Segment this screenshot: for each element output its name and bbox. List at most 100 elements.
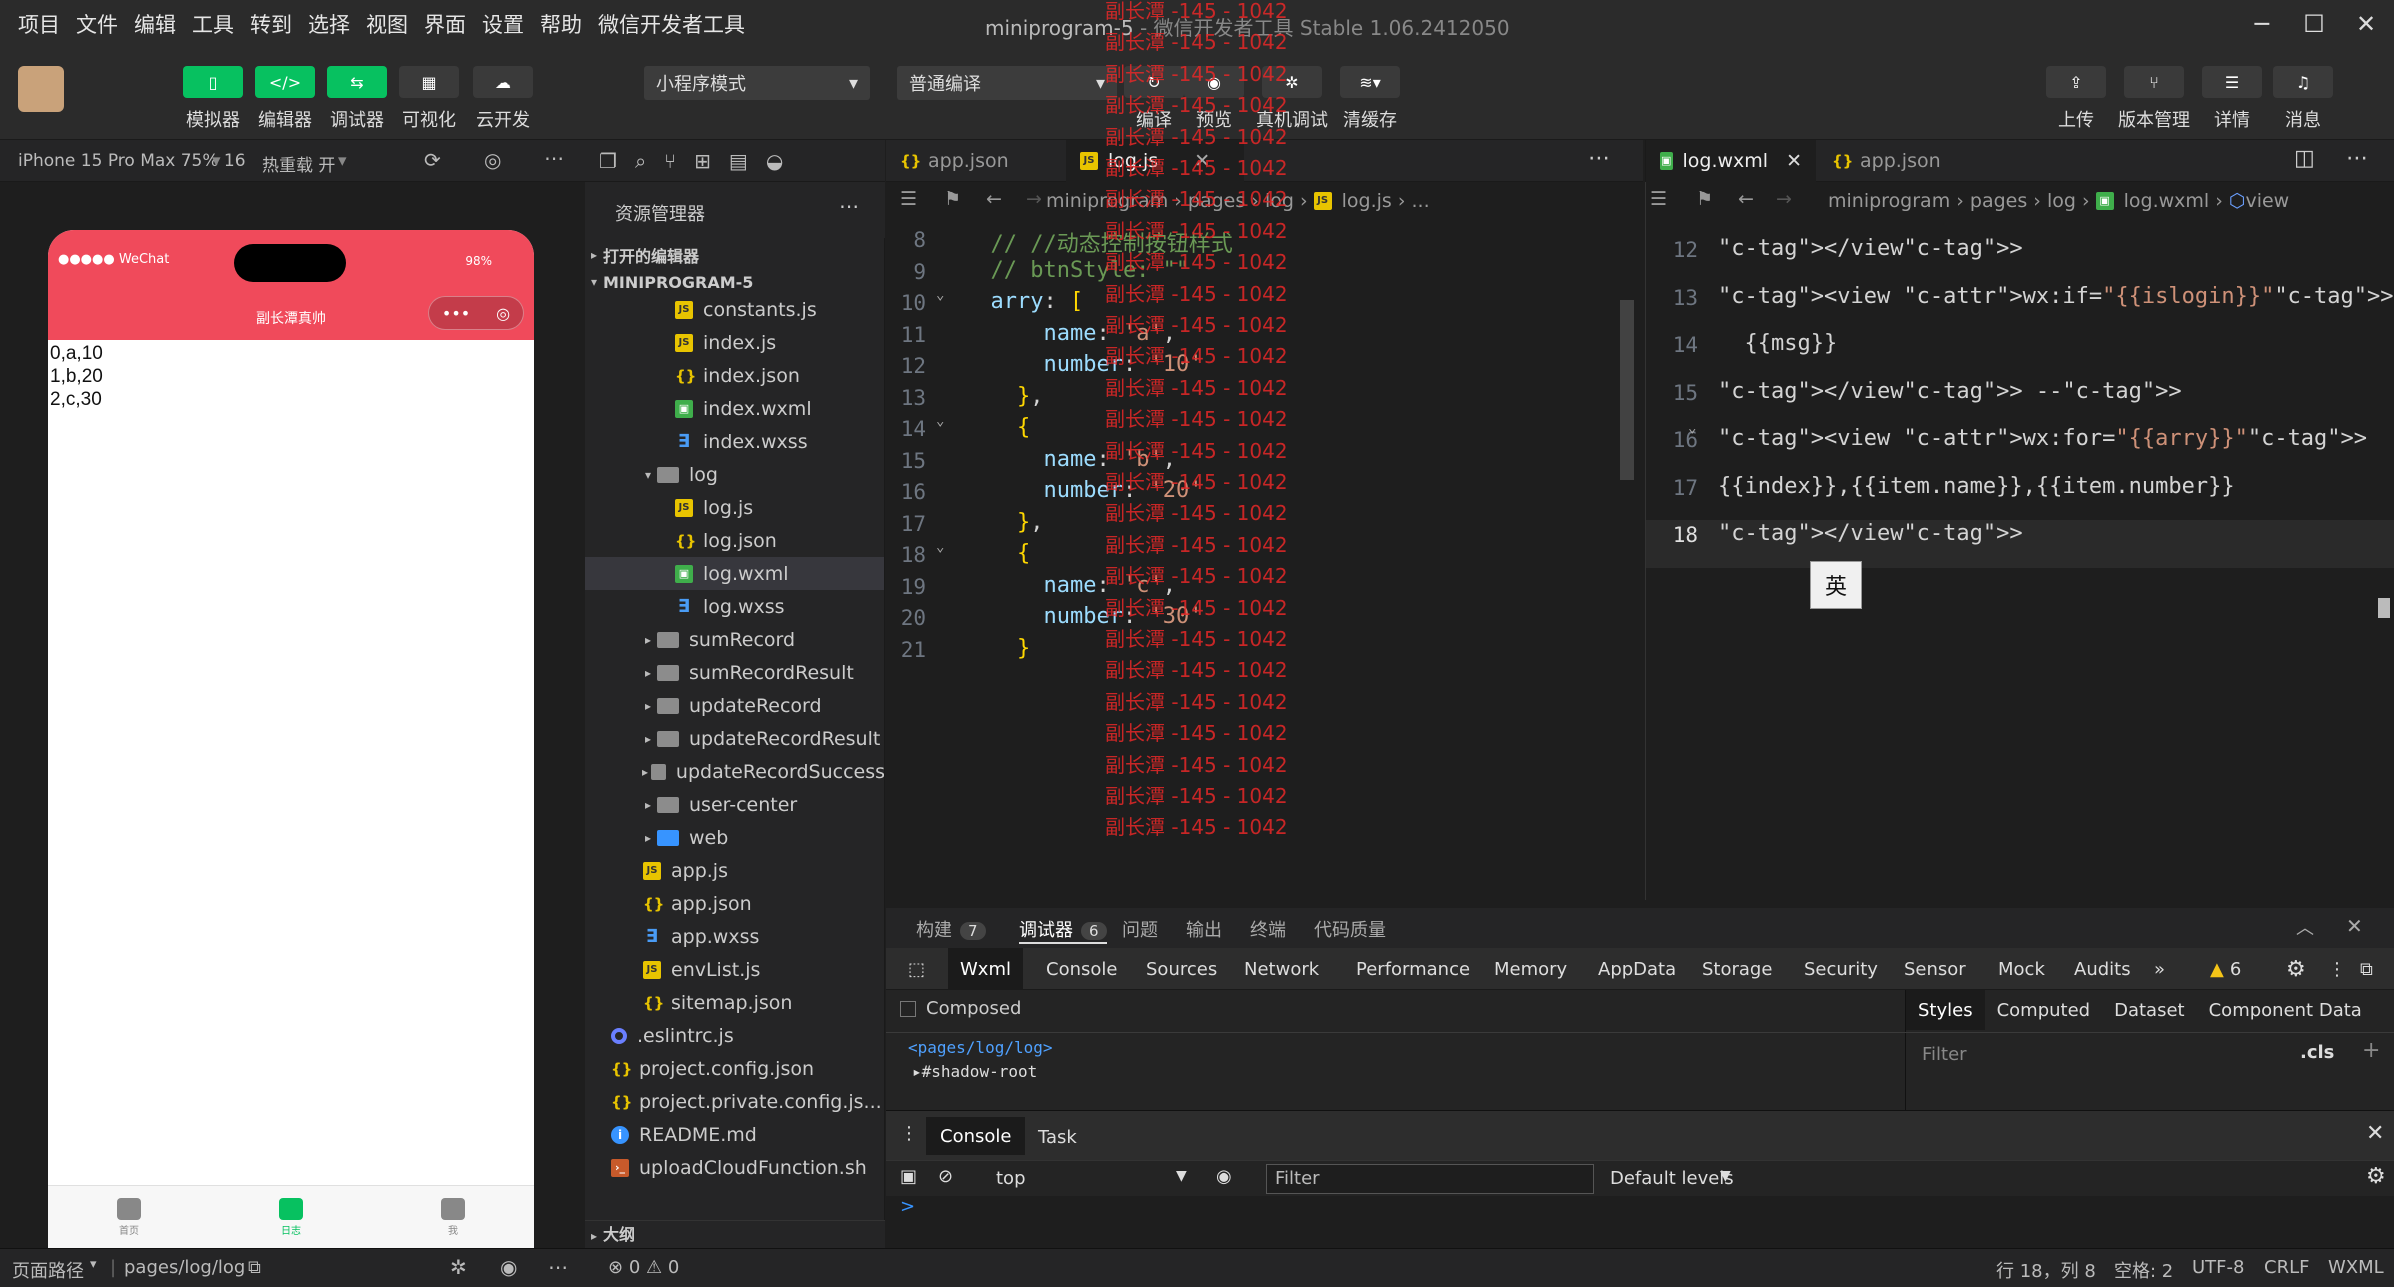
version-button[interactable]: 版本管理	[2109, 106, 2199, 132]
remote-debug-button[interactable]: 真机调试	[1247, 106, 1337, 132]
tab-log-wxml[interactable]: ▣ log.wxml ✕	[1646, 140, 1816, 182]
file-item[interactable]: ›_ uploadCloudFunction.sh	[585, 1151, 884, 1184]
chevron-up-icon[interactable]: ︿	[2296, 914, 2314, 940]
file-item[interactable]: {} app.json	[585, 887, 884, 920]
menu-item[interactable]: 选择	[300, 9, 358, 39]
visual-icon[interactable]: ▦	[399, 66, 459, 98]
forward-arrow-icon[interactable]: →	[1776, 188, 1792, 210]
clear-cache-button[interactable]: 清缓存	[1325, 106, 1415, 132]
console-drawer-tab[interactable]: Console	[926, 1117, 1026, 1155]
bell-icon[interactable]: ♫	[2273, 66, 2333, 98]
more-icon[interactable]: ⋯	[839, 194, 859, 218]
devtools-tab[interactable]: Performance	[1344, 948, 1482, 990]
chevron-down-icon[interactable]: ⌄	[936, 539, 944, 555]
folder-item[interactable]: ▸ web	[585, 821, 884, 854]
file-item[interactable]: i README.md	[585, 1118, 884, 1151]
chevron-down-icon[interactable]: ⌄	[936, 413, 944, 429]
outline-section[interactable]: ▸ 大纲	[585, 1220, 885, 1248]
phone-tab[interactable]: 首页	[48, 1186, 210, 1248]
copy-icon[interactable]: ⧉	[248, 1257, 261, 1278]
rotate-icon[interactable]: ⟳	[424, 148, 441, 172]
menu-item[interactable]: 帮助	[532, 9, 590, 39]
menu-item[interactable]: 视图	[358, 9, 416, 39]
editor-icon[interactable]: </>	[255, 66, 315, 98]
phone-screen[interactable]: ●●●●● WeChat 98% 副长潭真帅 ••• ◎ 0,a,10 1,b,2…	[48, 230, 534, 1248]
more-icon[interactable]: ⋯	[1588, 146, 1610, 171]
devtools-tab[interactable]: Network	[1232, 948, 1331, 990]
tab-app-json[interactable]: {} app.json	[886, 140, 1066, 182]
file-item[interactable]: {} project.private.config.js...	[585, 1085, 884, 1118]
file-item[interactable]: ∃ log.wxss	[585, 590, 884, 623]
close-panel-icon[interactable]: ✕	[2346, 914, 2363, 938]
list-icon[interactable]: ☰	[900, 188, 917, 210]
sidebar-toggle-icon[interactable]: ▣	[900, 1166, 917, 1187]
checkbox-icon[interactable]	[900, 1000, 916, 1017]
file-item[interactable]: JS log.js	[585, 491, 884, 524]
more-dots-icon[interactable]: •••	[442, 304, 470, 323]
upload-button[interactable]: 上传	[2031, 106, 2121, 132]
line-ending[interactable]: CRLF	[2264, 1257, 2309, 1278]
cloud-dev-button[interactable]: 云开发	[458, 106, 548, 132]
devtools-tab[interactable]: Security	[1792, 948, 1890, 990]
crumb-item[interactable]: pages	[1188, 190, 1245, 212]
folder-item[interactable]: ▸ sumRecordResult	[585, 656, 884, 689]
menu-item[interactable]: 界面	[416, 9, 474, 39]
chevron-down-icon[interactable]: ⌄	[1688, 420, 1696, 436]
problems-indicator[interactable]: ⊗ 0 ⚠ 0	[608, 1257, 679, 1278]
project-section[interactable]: ▾ MINIPROGRAM-5	[585, 271, 884, 293]
inspect-icon[interactable]: ⬚	[896, 948, 937, 990]
forward-arrow-icon[interactable]: →	[1026, 188, 1042, 210]
file-item[interactable]: .eslintrc.js	[585, 1019, 884, 1052]
menu-item[interactable]: 转到	[242, 9, 300, 39]
devtools-tab[interactable]: Storage	[1690, 948, 1784, 990]
folder-item[interactable]: ▸ updateRecord	[585, 689, 884, 722]
bug-icon[interactable]: ✲	[1262, 66, 1322, 98]
messages-button[interactable]: 消息	[2258, 106, 2348, 132]
scrollbar[interactable]	[1620, 300, 1634, 480]
list-icon[interactable]: ☰	[1650, 188, 1667, 210]
wxml-node[interactable]: <pages/log/log>	[908, 1038, 1053, 1057]
simulator-icon[interactable]: ▯	[183, 66, 243, 98]
devtools-tab[interactable]: Mock	[1986, 948, 2057, 990]
shadow-root-node[interactable]: ▸#shadow-root	[912, 1062, 1037, 1081]
style-tab[interactable]: Computed	[1985, 990, 2103, 1030]
preview-button[interactable]: 预览	[1169, 106, 1259, 132]
page-path-label[interactable]: 页面路径	[12, 1257, 84, 1283]
cls-button[interactable]: .cls	[2300, 1042, 2334, 1063]
folder-item[interactable]: ▸ updateRecordSuccess	[585, 755, 884, 788]
search-icon[interactable]: ⌕	[635, 149, 646, 173]
back-arrow-icon[interactable]: ←	[986, 188, 1002, 210]
panel-tab[interactable]: 调试器 6	[1019, 916, 1107, 944]
more-icon[interactable]: ⋯	[2346, 146, 2368, 171]
cursor-position[interactable]: 行 18，列 8	[1996, 1257, 2096, 1283]
file-item[interactable]: ∃ app.wxss	[585, 920, 884, 953]
back-arrow-icon[interactable]: ←	[1738, 188, 1754, 210]
file-item[interactable]: JS app.js	[585, 854, 884, 887]
avatar[interactable]	[18, 66, 64, 112]
close-target-icon[interactable]: ◎	[496, 304, 510, 323]
menu-item[interactable]: 编辑	[126, 9, 184, 39]
crumb-item[interactable]: miniprogram	[1828, 190, 1950, 212]
files-icon[interactable]: ❐	[599, 149, 617, 173]
close-tab-icon[interactable]: ✕	[1194, 150, 1210, 172]
file-item[interactable]: {} project.config.json	[585, 1052, 884, 1085]
layers-icon[interactable]: ≋▾	[1340, 66, 1400, 98]
devtools-tab[interactable]: Sensor	[1892, 948, 1978, 990]
close-drawer-icon[interactable]: ✕	[2366, 1121, 2384, 1146]
crumb-item[interactable]: log.wxml	[2124, 190, 2210, 212]
more-icon[interactable]: ⋯	[548, 1255, 568, 1279]
source-control-icon[interactable]: ⑂	[664, 149, 676, 173]
devtools-tab[interactable]: Wxml	[948, 948, 1023, 990]
style-tab[interactable]: Dataset	[2102, 990, 2197, 1030]
style-tab[interactable]: Component Data	[2197, 990, 2374, 1030]
phone-tab[interactable]: 日志	[210, 1186, 372, 1248]
panel-tab[interactable]: 问题	[1122, 916, 1158, 942]
folder-item[interactable]: ▸ user-center	[585, 788, 884, 821]
extensions-icon[interactable]: ⊞	[694, 149, 711, 173]
phone-tab[interactable]: 我	[372, 1186, 534, 1248]
styles-filter-input[interactable]: Filter	[1916, 1040, 2256, 1070]
panel-tab[interactable]: 输出	[1186, 916, 1222, 942]
file-item[interactable]: JS constants.js	[585, 293, 884, 326]
warning-count[interactable]: ▲ 6	[2198, 948, 2253, 990]
menu-item[interactable]: 微信开发者工具	[590, 9, 753, 39]
